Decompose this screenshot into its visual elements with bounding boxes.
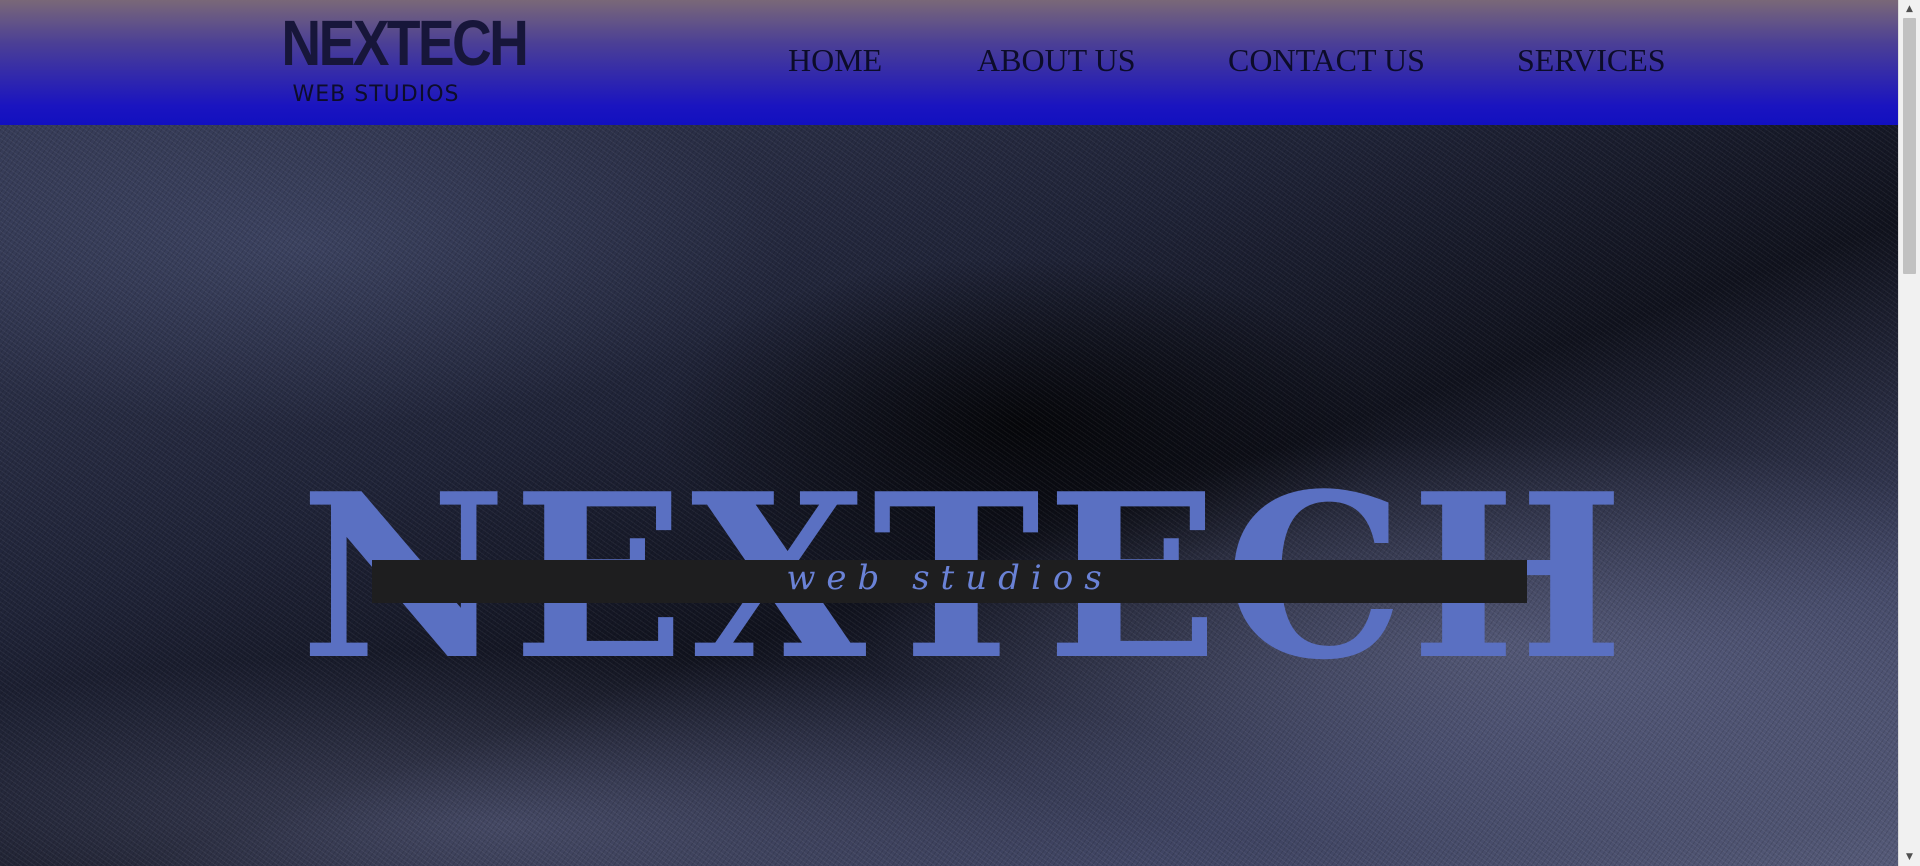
site-header: NEXTECH WEB STUDIOS HOME ABOUT US CONTAC… xyxy=(0,0,1898,125)
chevron-down-icon[interactable]: ▼ xyxy=(1899,848,1920,866)
main-nav: HOME ABOUT US CONTACT US SERVICES xyxy=(0,42,1898,82)
hero-tagline: web studios xyxy=(786,558,1113,598)
scrollbar-thumb[interactable] xyxy=(1903,18,1916,274)
vertical-scrollbar[interactable]: ▲ ▼ xyxy=(1898,0,1920,866)
chevron-up-icon[interactable]: ▲ xyxy=(1899,0,1920,18)
nav-link-home[interactable]: HOME xyxy=(788,42,882,79)
nav-link-about-us[interactable]: ABOUT US xyxy=(977,42,1136,79)
logo-subtitle: WEB STUDIOS xyxy=(292,82,460,107)
nav-link-contact-us[interactable]: CONTACT US xyxy=(1228,42,1425,79)
hero-section: NEXTECH web studios xyxy=(0,125,1898,866)
nav-link-services[interactable]: SERVICES xyxy=(1517,42,1666,79)
